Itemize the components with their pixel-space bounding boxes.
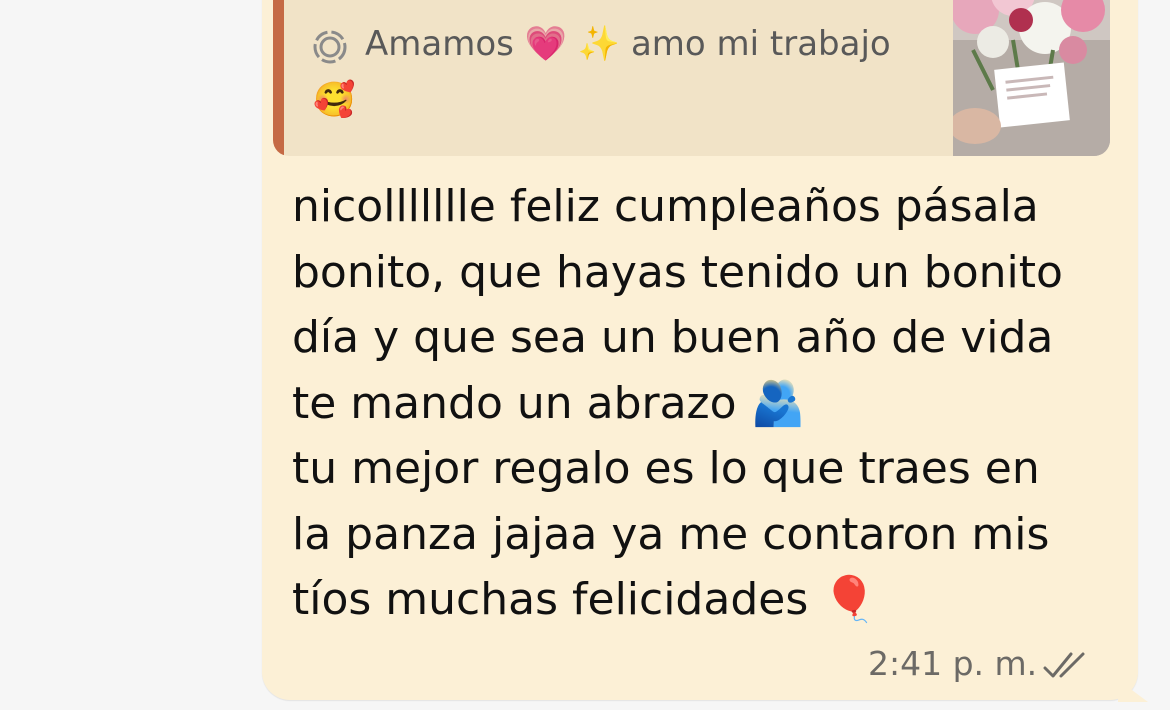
message-text: nicollllllle feliz cumpleaños pásala bon… — [292, 181, 1063, 625]
quote-author: Nicole · Estados — [313, 0, 619, 8]
double-check-icon — [1043, 652, 1085, 678]
message-meta: 2:41 p. m. — [868, 644, 1098, 688]
chat-area: Nicole · Estados Amamos 💗 ✨ amo mi traba… — [0, 0, 1170, 710]
quote-accent-bar — [273, 0, 284, 156]
quoted-status-reply[interactable]: Nicole · Estados Amamos 💗 ✨ amo mi traba… — [273, 0, 1110, 156]
flowers-photo-art — [949, 0, 1110, 156]
quote-text: Amamos 💗 ✨ amo mi trabajo — [365, 24, 891, 64]
status-ring-icon — [313, 30, 347, 64]
flowers-photo-thumbnail[interactable] — [949, 0, 1110, 156]
quote-text-line2: 🥰 — [313, 80, 356, 120]
message-time: 2:41 p. m. — [868, 644, 1038, 683]
